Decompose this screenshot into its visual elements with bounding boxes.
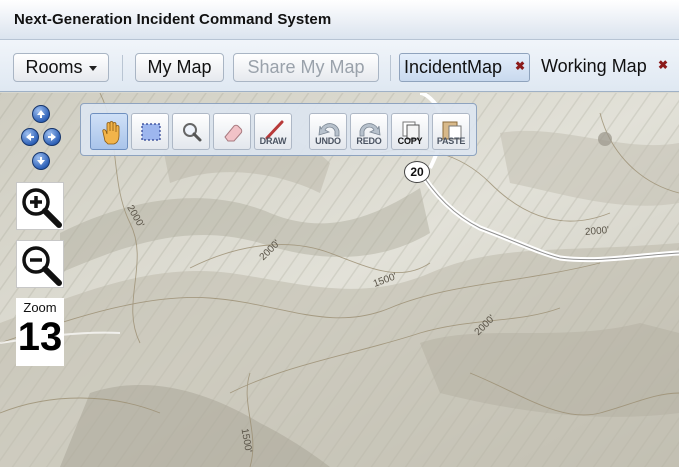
paste-button[interactable]: PASTE [432,113,470,150]
pan-right-button[interactable] [43,128,61,146]
title-bar: Next-Generation Incident Command System [0,0,679,40]
undo-label: UNDO [315,136,341,146]
redo-label: REDO [356,136,382,146]
zoom-out-button[interactable] [16,240,64,288]
toolbar-divider [122,55,123,81]
route-shield: 20 [404,161,430,183]
pan-up-button[interactable] [32,105,50,123]
zoom-in-button[interactable] [16,182,64,230]
draw-tool-button[interactable]: DRAW [254,113,292,150]
zoom-out-icon [22,246,62,286]
tab-incident-map[interactable]: IncidentMap ✖ [399,53,530,82]
share-my-map-button[interactable]: Share My Map [233,53,379,82]
arrow-left-icon [26,133,34,141]
copy-label: COPY [397,136,423,146]
arrow-down-icon [37,157,45,165]
zoom-label: Zoom [23,300,57,315]
tab-working-map[interactable]: Working Map ✖ [537,53,679,82]
toolbar-divider [390,55,391,81]
rooms-label: Rooms [25,57,83,77]
copy-button[interactable]: COPY [391,113,429,150]
eraser-icon [224,124,243,142]
elevation-label: 2000' [584,224,610,239]
tab-working-map-label: Working Map [541,56,647,76]
draw-palette: DRAW UNDO REDO COPY PASTE [80,103,477,156]
arrow-up-icon [37,110,45,118]
app-title: Next-Generation Incident Command System [14,11,332,28]
select-tool-button[interactable] [131,113,169,150]
zoom-in-icon [22,188,62,228]
map-canvas[interactable]: 2000' 2000' 1500' 2000' 2000' 1500' 20 Z… [0,93,679,467]
arrow-right-icon [48,133,56,141]
paste-label: PASTE [436,136,466,146]
rooms-dropdown[interactable]: Rooms [13,53,109,82]
pan-left-button[interactable] [21,128,39,146]
magnifier-icon [183,123,202,142]
draw-tool-label: DRAW [259,136,287,146]
erase-tool-button[interactable] [213,113,251,150]
pan-tool-button[interactable] [90,113,128,150]
main-toolbar: Rooms My Map Share My Map IncidentMap ✖ … [0,40,679,92]
pan-down-button[interactable] [32,152,50,170]
my-map-button[interactable]: My Map [135,53,224,82]
close-icon[interactable]: ✖ [658,59,668,71]
hand-icon [102,121,120,145]
tab-incident-map-label: IncidentMap [404,57,503,77]
zoom-level: 13 [17,315,63,359]
redo-button[interactable]: REDO [350,113,388,150]
close-icon[interactable]: ✖ [515,60,525,72]
caret-down-icon [88,65,97,71]
select-box-icon [141,123,161,141]
zoom-tool-button[interactable] [172,113,210,150]
undo-button[interactable]: UNDO [309,113,347,150]
zoom-indicator: Zoom 13 [16,298,64,366]
